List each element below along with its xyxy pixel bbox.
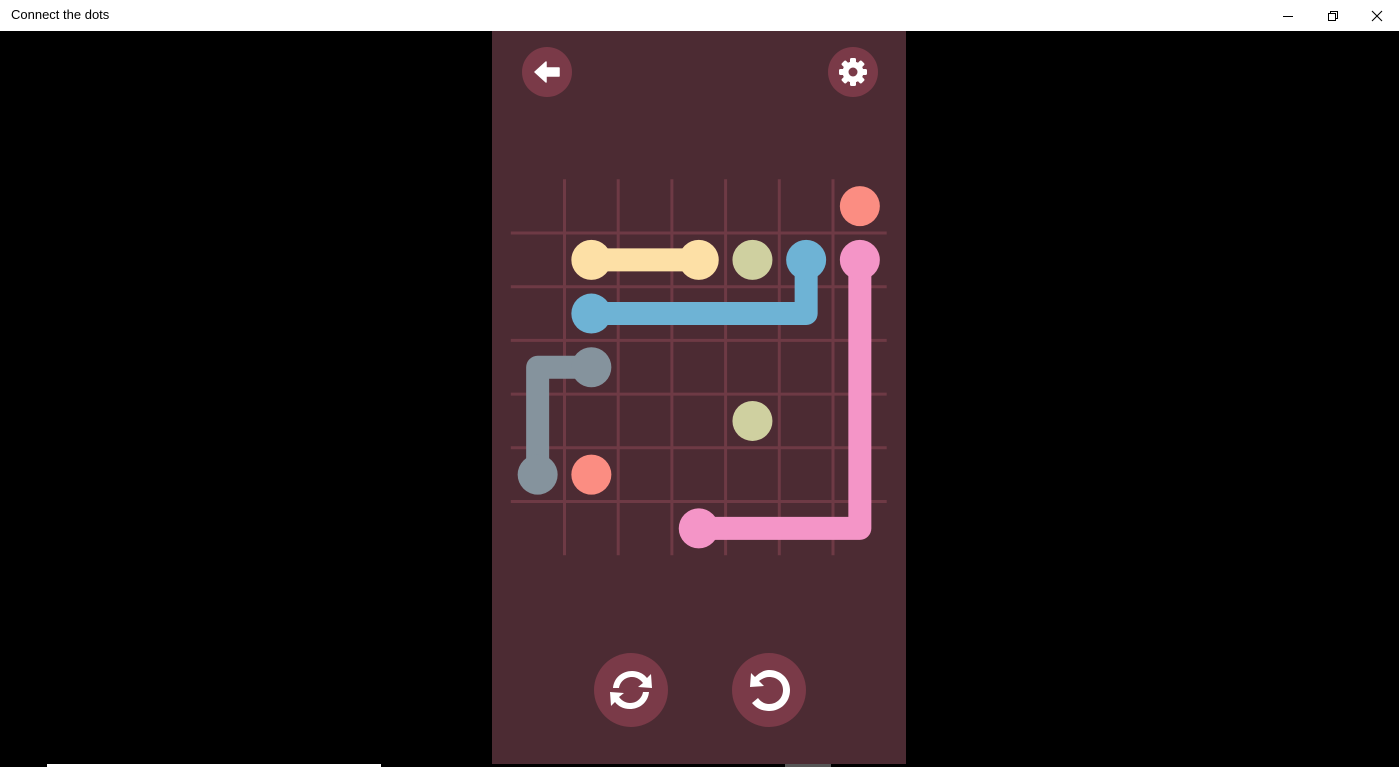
window-title: Connect the dots	[11, 7, 110, 22]
minimize-icon	[1282, 15, 1293, 17]
pink-dot[interactable]	[839, 239, 880, 280]
yellow-dot[interactable]	[571, 239, 612, 280]
pink-dot[interactable]	[678, 508, 719, 549]
blue-dot[interactable]	[786, 239, 827, 280]
refresh-icon	[610, 671, 652, 709]
undo-button[interactable]	[732, 653, 806, 727]
minimize-button[interactable]	[1265, 0, 1310, 31]
coral-dot[interactable]	[839, 186, 880, 227]
olive-dot[interactable]	[732, 400, 773, 441]
gray-dot[interactable]	[571, 347, 612, 388]
dots-layer	[517, 186, 880, 549]
new-puzzle-button[interactable]	[594, 653, 668, 727]
gray-dot[interactable]	[517, 454, 558, 495]
game-panel	[492, 31, 906, 764]
restore-button[interactable]	[1310, 0, 1355, 31]
close-icon	[1371, 10, 1382, 21]
restore-icon	[1327, 10, 1338, 21]
undo-icon	[750, 670, 790, 711]
yellow-dot[interactable]	[678, 239, 719, 280]
coral-dot[interactable]	[571, 454, 612, 495]
olive-dot[interactable]	[732, 239, 773, 280]
blue-dot[interactable]	[571, 293, 612, 334]
title-bar: Connect the dots	[0, 0, 1399, 31]
close-button[interactable]	[1354, 0, 1399, 31]
game-board[interactable]	[492, 31, 906, 764]
